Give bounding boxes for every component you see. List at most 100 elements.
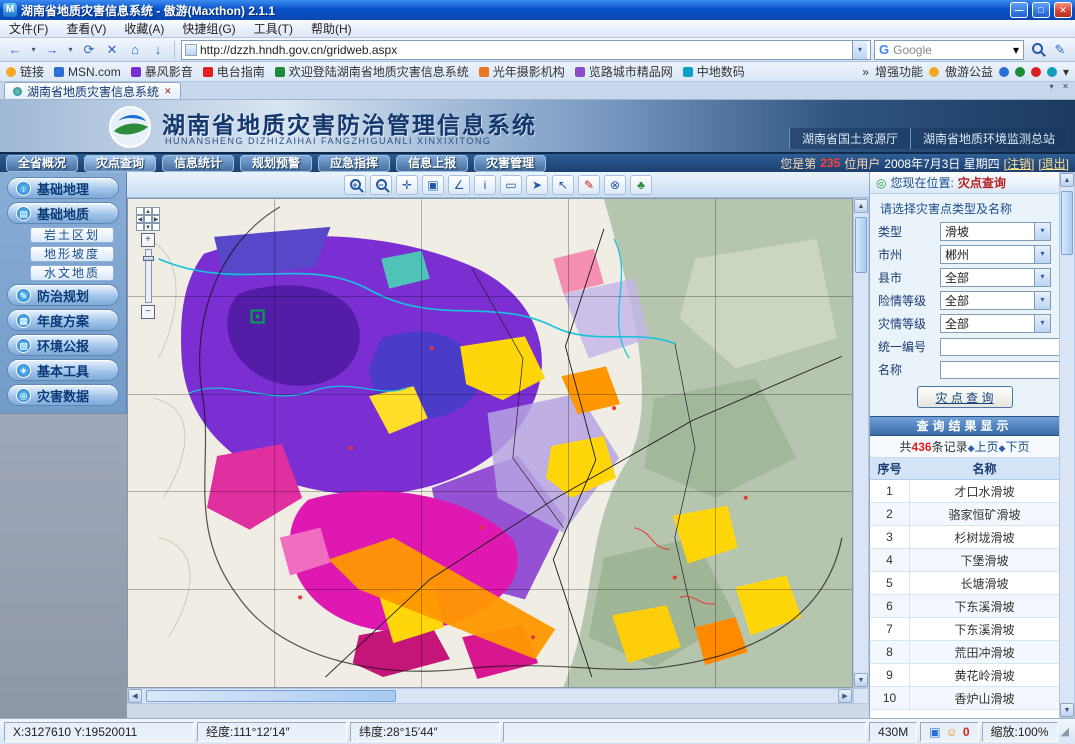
disaster-query-button[interactable]: 灾 点 查 询: [917, 386, 1013, 408]
highlight-icon[interactable]: ✎: [1050, 40, 1070, 60]
table-row[interactable]: 2骆家恒矿滑坡: [870, 503, 1059, 526]
menu-view[interactable]: 查看(V): [57, 20, 115, 38]
nav-tab-emergency[interactable]: 应急指挥: [318, 155, 390, 172]
map-hscroll-thumb[interactable]: [146, 690, 396, 702]
table-row[interactable]: 1才口水滑坡: [870, 480, 1059, 503]
zoom-out-button[interactable]: −: [370, 175, 392, 195]
table-row[interactable]: 3杉树垅滑坡: [870, 526, 1059, 549]
uid-input[interactable]: [940, 338, 1059, 356]
row-name[interactable]: 杉树垅滑坡: [910, 526, 1059, 548]
full-extent-button[interactable]: ▣: [422, 175, 444, 195]
nav-tab-statistics[interactable]: 信息统计: [162, 155, 234, 172]
nav-tab-management[interactable]: 灾害管理: [474, 155, 546, 172]
scroll-down-icon[interactable]: ▼: [854, 673, 868, 687]
browser-tab[interactable]: 湖南省地质灾害信息系统 ✕: [4, 82, 181, 99]
sidebar-item-base-geography[interactable]: ↓基础地理: [7, 177, 119, 199]
nav-tab-overview[interactable]: 全省概况: [6, 155, 78, 172]
link-baofeng[interactable]: 暴风影音: [131, 63, 193, 80]
resize-grip[interactable]: ◢: [1061, 725, 1071, 738]
sidebar-item-basic-tools[interactable]: ✦基本工具: [7, 359, 119, 381]
sidebar-item-env-bulletin[interactable]: ▧环境公报: [7, 334, 119, 356]
stop-icon[interactable]: ✕: [102, 40, 122, 60]
scroll-left-icon[interactable]: ◀: [128, 689, 142, 703]
enhance-link[interactable]: 增强功能: [875, 63, 923, 80]
menu-help[interactable]: 帮助(H): [302, 20, 361, 38]
forward-dropdown-icon[interactable]: ▾: [65, 40, 76, 60]
scroll-right-icon[interactable]: ▶: [838, 689, 852, 703]
clear-button[interactable]: ⊗: [604, 175, 626, 195]
search-icon[interactable]: [1027, 40, 1047, 60]
plugin-icon[interactable]: [999, 67, 1009, 77]
pan-down-button[interactable]: ▼: [144, 223, 152, 231]
link-zhongdi[interactable]: 中地数码: [683, 63, 745, 80]
row-name[interactable]: 长塘滑坡: [910, 572, 1059, 594]
danger-level-select[interactable]: 全部 ▾: [940, 291, 1051, 310]
sidebar-item-prevention-plan[interactable]: ✎防治规划: [7, 284, 119, 306]
nav-tab-report[interactable]: 信息上报: [396, 155, 468, 172]
tab-close-icon[interactable]: ✕: [164, 86, 172, 97]
identify-button[interactable]: i: [474, 175, 496, 195]
plugin-icon[interactable]: [1015, 67, 1025, 77]
home-icon[interactable]: ⌂: [125, 40, 145, 60]
pan-button[interactable]: ✛: [396, 175, 418, 195]
slider-zoom-in-button[interactable]: +: [141, 233, 155, 247]
link-photo[interactable]: 光年摄影机构: [479, 63, 565, 80]
prev-page-link[interactable]: 上页: [975, 440, 999, 454]
map-horizontal-scrollbar[interactable]: ◀ ▶: [127, 688, 853, 704]
row-name[interactable]: 黄花岭滑坡: [910, 664, 1059, 686]
address-dropdown-icon[interactable]: ▾: [852, 41, 867, 59]
map-vscroll-thumb[interactable]: [855, 217, 867, 273]
scroll-up-icon[interactable]: ▲: [1060, 173, 1074, 187]
row-name[interactable]: 荒田冲滑坡: [910, 641, 1059, 663]
table-row[interactable]: 9黄花岭滑坡: [870, 664, 1059, 687]
tab-list-icon[interactable]: ▾: [1046, 77, 1057, 97]
zoom-in-button[interactable]: +: [344, 175, 366, 195]
title-bar[interactable]: M 湖南省地质灾害信息系统 - 傲游(Maxthon) 2.1.1 — □ ✕: [0, 0, 1075, 20]
disaster-level-select[interactable]: 全部 ▾: [940, 314, 1051, 333]
menu-groups[interactable]: 快捷组(G): [173, 20, 244, 38]
table-row[interactable]: 6下东溪滑坡: [870, 595, 1059, 618]
logout-link[interactable]: [注销]: [1004, 155, 1035, 172]
more-links-icon[interactable]: »: [862, 65, 869, 79]
sidebar-subitem-rock-zoning[interactable]: 岩土区划: [30, 227, 114, 243]
plugin-icon[interactable]: [1047, 67, 1057, 77]
pan-right-button[interactable]: ▶: [152, 215, 160, 223]
refresh-icon[interactable]: ⟳: [79, 40, 99, 60]
search-dropdown-icon[interactable]: ▾: [1013, 43, 1019, 57]
link-radio[interactable]: 电台指南: [203, 63, 265, 80]
nav-tab-warning[interactable]: 规划预警: [240, 155, 312, 172]
menu-file[interactable]: 文件(F): [0, 20, 57, 38]
plugin-icon[interactable]: [1031, 67, 1041, 77]
draw-button[interactable]: ✎: [578, 175, 600, 195]
table-row[interactable]: 10香炉山滑坡: [870, 687, 1059, 710]
pan-up-button[interactable]: ▲: [144, 207, 152, 215]
zoom-slider[interactable]: [145, 249, 152, 303]
download-icon[interactable]: ↓: [148, 40, 168, 60]
menu-favorites[interactable]: 收藏(A): [115, 20, 173, 38]
sidebar-subitem-hydrogeology[interactable]: 水文地质: [30, 265, 114, 281]
select-rect-button[interactable]: ▭: [500, 175, 522, 195]
maximize-button[interactable]: □: [1032, 2, 1050, 18]
links-label[interactable]: 链接: [6, 63, 44, 80]
slider-zoom-out-button[interactable]: −: [141, 305, 155, 319]
city-select[interactable]: 郴州 ▾: [940, 245, 1051, 264]
map-canvas[interactable]: ▲ ◀ ▶ ▼ + −: [127, 198, 853, 688]
sidebar-subitem-slope[interactable]: 地形坡度: [30, 246, 114, 262]
row-name[interactable]: 下东溪滑坡: [910, 618, 1059, 640]
link-msn[interactable]: MSN.com: [54, 65, 121, 79]
exit-link[interactable]: [退出]: [1038, 155, 1069, 172]
sidebar-item-annual-scheme[interactable]: ▦年度方案: [7, 309, 119, 331]
county-select[interactable]: 全部 ▾: [940, 268, 1051, 287]
nav-tab-disaster-query[interactable]: 灾点查询: [84, 155, 156, 172]
next-page-link[interactable]: 下页: [1005, 440, 1029, 454]
name-input[interactable]: [940, 361, 1059, 379]
pointer-button[interactable]: ➤: [526, 175, 548, 195]
pan-left-button[interactable]: ◀: [136, 215, 144, 223]
measure-button[interactable]: ∠: [448, 175, 470, 195]
zoom-select-button[interactable]: ↖: [552, 175, 574, 195]
search-box[interactable]: G Google ▾: [874, 40, 1024, 60]
table-row[interactable]: 5长塘滑坡: [870, 572, 1059, 595]
map-vertical-scrollbar[interactable]: ▲ ▼: [853, 198, 869, 688]
zoom-slider-thumb[interactable]: [143, 256, 154, 261]
close-button[interactable]: ✕: [1054, 2, 1072, 18]
